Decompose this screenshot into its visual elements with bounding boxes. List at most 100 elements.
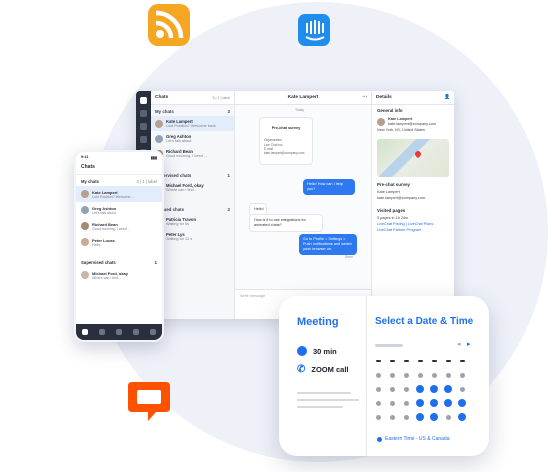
available-date[interactable]	[413, 396, 427, 410]
status-time: 9:41	[81, 155, 89, 159]
timezone-selector[interactable]: Eastern Time - US & Canada	[377, 436, 449, 442]
message-outgoing: Hello! How can I help you?	[303, 179, 355, 196]
available-date[interactable]	[441, 382, 455, 396]
section-label: Supervised chats	[81, 260, 116, 265]
unavailable-date	[455, 368, 469, 382]
chat-preview: Waiting for 12 s	[166, 237, 193, 241]
visited-pages-block: Visited pages 3 pages in 1h 24m LiveChat…	[372, 205, 454, 237]
globe-icon	[377, 436, 382, 442]
weekday-header	[441, 354, 455, 368]
chat-list-count: 5 | 1 | label	[212, 95, 230, 100]
chat-preview: Hello	[92, 242, 101, 247]
tab-reports-icon[interactable]	[133, 329, 140, 335]
available-date[interactable]	[455, 410, 469, 424]
avatar	[155, 134, 163, 143]
chat-list-item[interactable]: Kate Lampert Lost Position? Welcome back	[151, 116, 234, 131]
chat-preview: Lost Position? Welcome...	[92, 194, 134, 199]
visited-link[interactable]: LiveChat Partner Program	[377, 228, 449, 234]
section-count: 1	[227, 173, 230, 178]
unavailable-date	[399, 382, 413, 396]
available-date[interactable]	[427, 382, 441, 396]
chat-list-header: Chats 5 | 1 | label	[151, 91, 234, 105]
rss-icon	[148, 4, 190, 46]
chat-title: Kate Lampert	[287, 95, 319, 100]
calendar-grid	[371, 354, 469, 424]
section-label: My chats	[155, 109, 174, 114]
chat-name: Michael Ford, okay	[92, 270, 129, 276]
chat-preview: Waiting for 5s	[166, 222, 190, 226]
tab-more-icon[interactable]	[150, 329, 157, 335]
unavailable-date	[385, 382, 399, 396]
tab-archive-icon[interactable]	[98, 329, 105, 335]
tab-customers-icon[interactable]	[115, 329, 122, 335]
more-options-icon[interactable]: ⋯	[362, 95, 367, 100]
meeting-info-panel: Meeting 30 min ✆ ZOOM call	[279, 296, 367, 456]
prechat-email: kate.lampert@company.com	[377, 195, 426, 200]
available-date[interactable]	[413, 410, 427, 424]
chat-preview: Good morning, I need ...	[166, 154, 207, 158]
phone-icon: ✆	[297, 364, 306, 375]
mobile-app-phone: 9:41 ▮▮▮ Chats My chats 3 | 1 | label Ka…	[74, 150, 164, 342]
available-date[interactable]	[427, 410, 441, 424]
my-chats-section[interactable]: My chats 3	[151, 105, 234, 116]
section-count: 3	[227, 109, 230, 114]
month-label	[375, 344, 403, 347]
weekday-header	[399, 354, 413, 368]
chat-list-item[interactable]: Peter Lucas Hello	[76, 234, 162, 250]
prev-month-icon[interactable]: ◂	[457, 340, 461, 348]
user-icon[interactable]: 👤	[444, 95, 450, 100]
section-count: 3 | 1 | label	[136, 179, 157, 184]
tab-chats-icon[interactable]	[81, 329, 88, 335]
select-date-title: Select a Date & Time	[375, 316, 474, 327]
chat-list-item[interactable]: Greg Ashton Let's talk about	[76, 202, 162, 218]
location-map[interactable]	[377, 138, 449, 177]
section-count: 2	[227, 207, 230, 212]
unavailable-date	[413, 368, 427, 382]
avatar	[81, 238, 89, 246]
desktop-app-window: Chats 5 | 1 | label My chats 3 Kate Lamp…	[136, 91, 454, 319]
section-count: 1	[154, 260, 157, 265]
meeting-title: Meeting	[297, 316, 339, 328]
unavailable-date	[385, 396, 399, 410]
unavailable-date	[427, 368, 441, 382]
unavailable-date	[399, 410, 413, 424]
chat-list-item[interactable]: Greg Ashton Let's talk about	[151, 131, 234, 146]
details-header: Details 👤	[372, 91, 454, 105]
chat-preview: Lost Position? Welcome back	[166, 124, 216, 128]
archive-nav-icon[interactable]	[140, 123, 147, 130]
my-chats-section[interactable]: My chats 3 | 1 | label	[76, 175, 162, 186]
available-date[interactable]	[441, 396, 455, 410]
message-incoming: How is it to use integrations for animat…	[249, 214, 323, 233]
unavailable-date	[399, 368, 413, 382]
prechat-block: Pre-chat survey Kate Lampert kate.lamper…	[372, 179, 454, 205]
duration-label: 30 min	[313, 346, 337, 356]
chat-list-item[interactable]: Michael Ford, okay Where can I find...	[76, 267, 162, 283]
chat-list-item[interactable]: Kate Lampert Lost Position? Welcome...	[76, 186, 162, 202]
avatar	[81, 190, 89, 198]
weekday-header	[413, 354, 427, 368]
unavailable-date	[371, 368, 385, 382]
chat-list-item[interactable]: Richard Bean Good morning, I need...	[76, 218, 162, 234]
available-date[interactable]	[427, 396, 441, 410]
general-info-title: General info	[377, 108, 403, 113]
available-date[interactable]	[455, 396, 469, 410]
supervised-chats-section[interactable]: Supervised chats 1	[76, 256, 162, 267]
weekday-header	[455, 354, 469, 368]
next-month-icon[interactable]: ▸	[467, 340, 471, 348]
avatar	[81, 271, 89, 279]
survey-body: Organization Live Chat Inc. E-mail kate.…	[264, 138, 305, 156]
inbox-nav-icon[interactable]	[140, 110, 147, 117]
survey-title: Pre-chat survey	[271, 126, 301, 131]
chats-nav-icon[interactable]	[140, 97, 147, 104]
avatar	[155, 119, 163, 128]
avatar	[81, 206, 89, 214]
prechat-title: Pre-chat survey	[377, 181, 410, 187]
general-info-block: General info Kate Lampert kate.lampert@c…	[372, 105, 454, 137]
seen-status: Seen	[345, 255, 353, 259]
phone-title: Chats	[76, 162, 162, 175]
available-date[interactable]	[413, 382, 427, 396]
customers-nav-icon[interactable]	[140, 136, 147, 143]
phone-status-bar: 9:41 ▮▮▮	[76, 152, 162, 162]
map-pin-icon	[413, 149, 423, 158]
chat-day-label: Today	[295, 108, 305, 112]
